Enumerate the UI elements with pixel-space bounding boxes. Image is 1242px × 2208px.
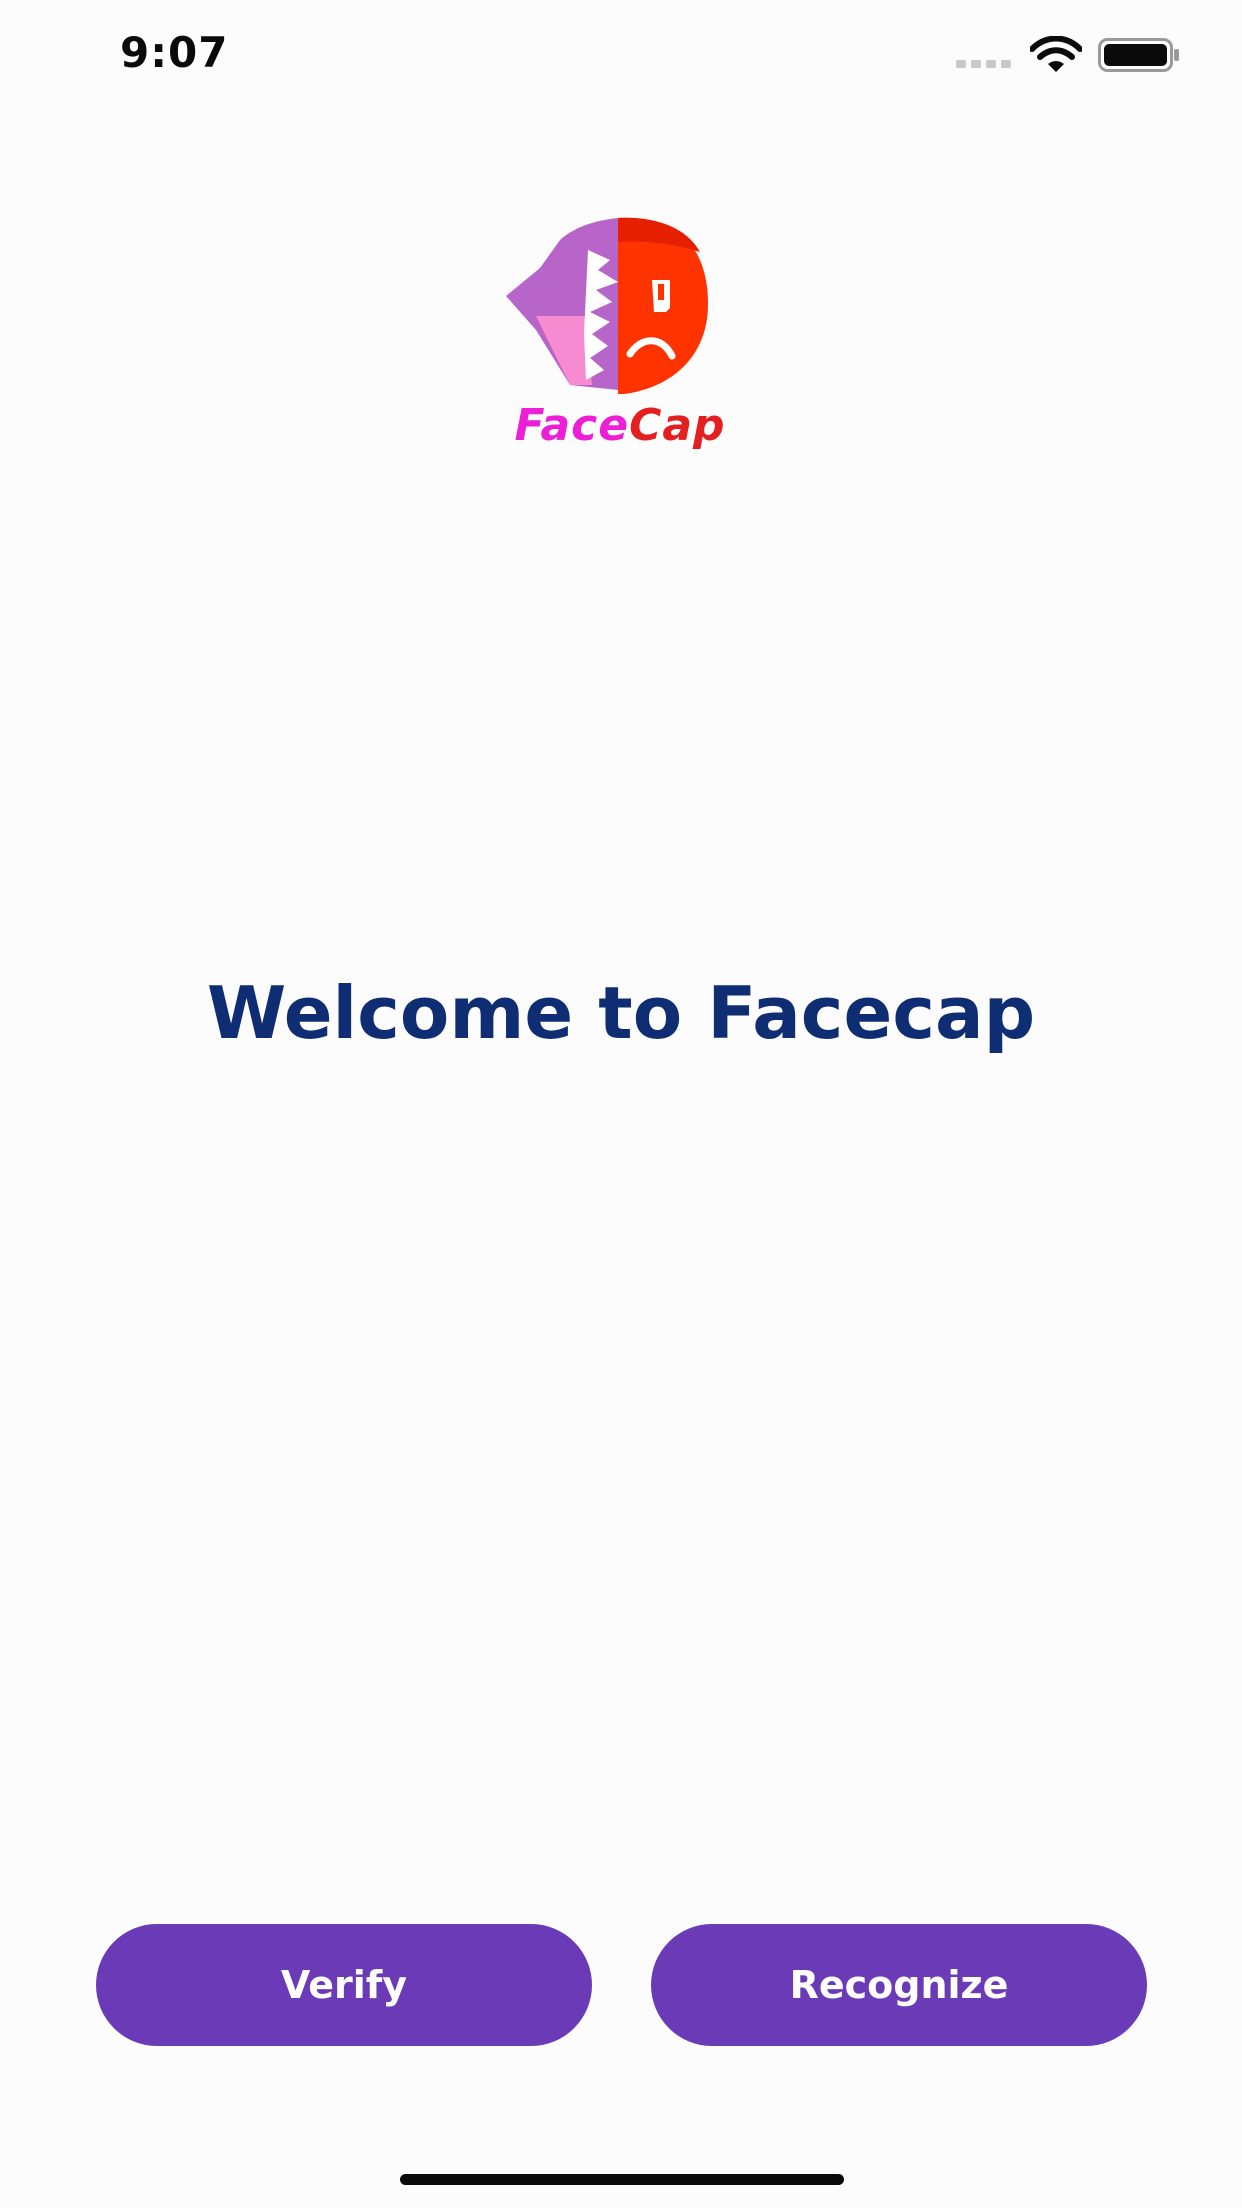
facecap-logo-text: FaceCap — [500, 398, 740, 454]
cellular-signal-icon — [956, 60, 1011, 68]
verify-button[interactable]: Verify — [96, 1924, 592, 2046]
facecap-logo: FaceCap — [500, 210, 740, 460]
facecap-logo-mark — [506, 217, 708, 394]
welcome-title: Welcome to Facecap — [206, 971, 1036, 1055]
logo-text-face: Face — [514, 400, 630, 451]
battery-icon — [1098, 38, 1179, 72]
logo-text-cap: Cap — [629, 400, 726, 451]
status-bar: 9:07 — [0, 0, 1242, 110]
home-indicator[interactable] — [400, 2174, 844, 2185]
wifi-icon — [1030, 36, 1082, 72]
status-time: 9:07 — [120, 28, 229, 77]
recognize-button[interactable]: Recognize — [651, 1924, 1147, 2046]
